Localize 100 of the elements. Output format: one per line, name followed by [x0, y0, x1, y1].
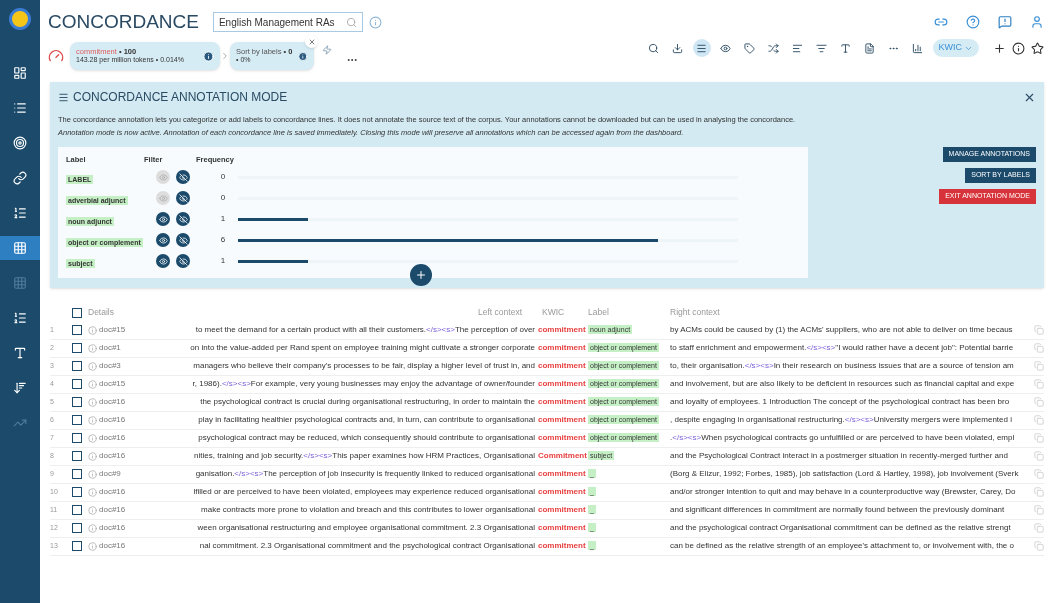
row-checkbox[interactable]	[72, 487, 82, 497]
concordance-icon[interactable]	[13, 241, 27, 255]
kwic-text[interactable]: commitment	[538, 432, 588, 444]
eye-off-icon[interactable]	[176, 170, 190, 184]
kwic-text[interactable]: commitment	[538, 396, 588, 408]
right-context: to staff enrichment and empowerment.</s><s>"I would rather have a decent job": Potential barrie	[670, 342, 1015, 354]
right-context: and significant differences in commitment are normally found between the previously dominant	[670, 504, 1006, 516]
panel-title: CONCORDANCE ANNOTATION MODE	[73, 89, 288, 106]
row-checkbox[interactable]	[72, 505, 82, 515]
doc-link[interactable]: doc#16	[99, 432, 131, 444]
doc-link[interactable]: doc#1	[99, 342, 131, 354]
frequency-value: 6	[219, 234, 227, 246]
help-icon[interactable]	[966, 15, 980, 29]
eye-icon[interactable]	[720, 42, 731, 54]
row-checkbox[interactable]	[72, 541, 82, 551]
eye-icon[interactable]	[156, 212, 170, 226]
ne-icon[interactable]	[13, 346, 27, 360]
doc-icon[interactable]	[864, 42, 875, 54]
left-context: nities, training and job security.</s><s>This paper examines how HRM Practices, Organisational	[193, 450, 536, 462]
kwic-text[interactable]: Commitment	[538, 450, 588, 462]
star-icon[interactable]	[1031, 41, 1044, 55]
doc-link[interactable]: doc#16	[99, 414, 131, 426]
kwic-text[interactable]: commitment	[538, 504, 588, 516]
right-context: and/or stronger intention to quit and may behave in a counterproductive way (Brewster, Carey, Do	[670, 486, 1017, 498]
eye-icon[interactable]	[156, 233, 170, 247]
doc-link[interactable]: doc#16	[99, 504, 131, 516]
row-checkbox[interactable]	[72, 361, 82, 371]
tag-icon[interactable]	[744, 42, 755, 54]
sort-icon[interactable]	[13, 381, 27, 395]
lines-button[interactable]	[692, 39, 711, 57]
row-checkbox[interactable]	[72, 415, 82, 425]
kwic-text[interactable]: commitment	[538, 360, 588, 372]
download-icon[interactable]	[672, 42, 683, 54]
doc-link[interactable]: doc#9	[99, 468, 131, 480]
feedback-icon[interactable]	[998, 15, 1012, 29]
eye-off-icon[interactable]	[176, 233, 190, 247]
column-header: Label	[588, 306, 610, 319]
kwic-text[interactable]: commitment	[538, 468, 588, 480]
eye-off-icon[interactable]	[176, 191, 190, 205]
doc-link[interactable]: doc#16	[99, 522, 131, 534]
row-checkbox[interactable]	[72, 433, 82, 443]
doc-link[interactable]: doc#16	[99, 450, 131, 462]
eye-off-icon[interactable]	[176, 254, 190, 268]
doc-link[interactable]: doc#16	[99, 486, 131, 498]
add-icon[interactable]	[993, 41, 1006, 55]
logo-icon	[9, 8, 31, 30]
kwic-text[interactable]: commitment	[538, 378, 588, 390]
left-context: ganisation.</s><s>The perception of job insecurity is frequently linked to reduced organisational	[194, 468, 536, 480]
rank-icon[interactable]	[13, 311, 27, 325]
eye-icon[interactable]	[156, 254, 170, 268]
kwic-text[interactable]: commitment	[538, 486, 588, 498]
column-header: Details	[88, 306, 115, 319]
view-select[interactable]: KWIC	[932, 39, 979, 57]
lines-icon[interactable]	[696, 42, 707, 54]
search-icon[interactable]	[648, 42, 659, 54]
chain-icon[interactable]	[13, 171, 27, 185]
frequency-value: 1	[219, 255, 227, 267]
kwic-text[interactable]: commitment	[538, 342, 588, 354]
chevron-icon	[220, 51, 230, 61]
info-icon[interactable]	[1012, 41, 1025, 55]
doc-link[interactable]: doc#3	[99, 360, 131, 372]
target-icon[interactable]	[13, 136, 27, 150]
row-checkbox[interactable]	[72, 523, 82, 533]
filter-icon[interactable]	[816, 42, 827, 54]
gdex-icon[interactable]	[840, 42, 851, 54]
column-header: KWIC	[542, 306, 566, 319]
user-icon[interactable]	[1030, 15, 1044, 29]
right-context: (Borg & Elizur, 1992; Forbes, 1985), job satisfaction (Lord & Hartley, 1998), job involvement (Sverk	[670, 468, 1020, 480]
corpus-field[interactable]: English Management RAs	[212, 12, 363, 32]
row-checkbox[interactable]	[72, 451, 82, 461]
row-checkbox[interactable]	[72, 397, 82, 407]
bullets-icon[interactable]	[13, 206, 27, 220]
left-context: the psychological contract is crucial during organisational restructuring, in order to maintain the	[199, 396, 536, 408]
left-context: make contracts more prone to violation and breach and this contributes to lower organisational	[200, 504, 536, 516]
plus-icon[interactable]	[415, 268, 427, 281]
kwic-text[interactable]: commitment	[538, 522, 588, 534]
doc-link[interactable]: doc#15	[99, 324, 131, 336]
doc-link[interactable]: doc#16	[99, 396, 131, 408]
menu-icon	[58, 91, 69, 103]
row-checkbox[interactable]	[72, 469, 82, 479]
kwic-text[interactable]: commitment	[538, 414, 588, 426]
chart-icon[interactable]	[912, 42, 923, 54]
frequency-value: 0	[219, 171, 227, 183]
eye-off-icon[interactable]	[176, 212, 190, 226]
list-icon[interactable]	[13, 101, 27, 115]
doc-link[interactable]: doc#15	[99, 378, 131, 390]
doc-link[interactable]: doc#16	[99, 540, 131, 552]
shuffle-icon[interactable]	[768, 42, 779, 54]
page-title: CONCORDANCE	[48, 10, 199, 34]
row-checkbox[interactable]	[72, 325, 82, 335]
sidebar-button[interactable]	[0, 236, 40, 260]
row-checkbox[interactable]	[72, 379, 82, 389]
kwic-text[interactable]: commitment	[538, 540, 588, 552]
link-icon[interactable]	[934, 15, 948, 29]
dashboard-icon[interactable]	[13, 66, 27, 80]
kwic-text[interactable]: commitment	[538, 324, 588, 336]
checkbox[interactable]	[72, 307, 82, 318]
gauge-icon[interactable]	[48, 48, 64, 64]
row-checkbox[interactable]	[72, 343, 82, 353]
sort-icon[interactable]	[792, 42, 803, 54]
